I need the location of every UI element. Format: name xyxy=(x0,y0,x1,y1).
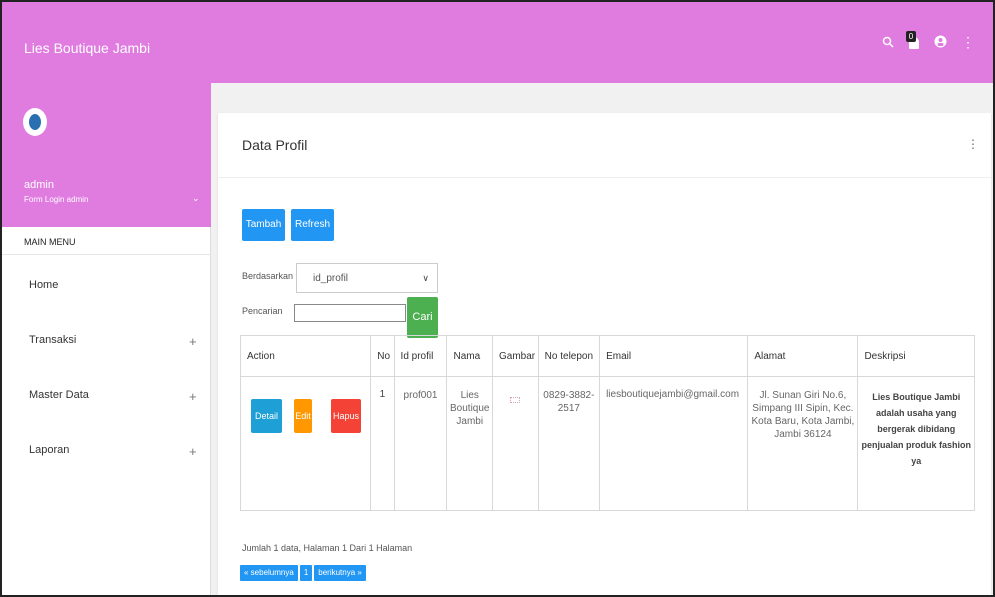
page-1-button[interactable]: 1 xyxy=(299,565,313,581)
user-info: admin Form Login admin ⌄ xyxy=(2,83,211,227)
sidebar-item-laporan[interactable]: Laporan + xyxy=(2,444,211,500)
sidebar-item-master-data[interactable]: Master Data + xyxy=(2,389,211,445)
sidebar-item-transaksi[interactable]: Transaksi + xyxy=(2,334,211,390)
sidebar: admin Form Login admin ⌄ MAIN MENU Home … xyxy=(2,83,211,595)
cell-no: 1 xyxy=(370,376,395,511)
next-page-button[interactable]: berikutnya » xyxy=(314,565,366,581)
sidebar-item-label: Transaksi xyxy=(29,334,77,346)
cell-id-profil: prof001 xyxy=(393,376,448,511)
search-label: Pencarian xyxy=(242,306,283,316)
divider xyxy=(2,254,211,255)
column-header: Action xyxy=(239,335,372,377)
more-vert-icon[interactable]: ⋮ xyxy=(967,137,979,151)
divider xyxy=(218,177,991,178)
chevron-down-icon: ∨ xyxy=(422,273,429,283)
filter-select[interactable]: id_profil ∨ xyxy=(296,263,438,293)
search-input[interactable] xyxy=(294,304,406,322)
expand-icon[interactable]: + xyxy=(189,334,197,349)
cell-alamat: Jl. Sunan Giri No.6, Simpang III Sipin, … xyxy=(747,376,859,511)
filter-select-value: id_profil xyxy=(313,273,349,284)
menu-header: MAIN MENU xyxy=(24,237,76,247)
add-button[interactable]: Tambah xyxy=(242,209,285,241)
cell-telepon: 0829-3882-2517 xyxy=(537,376,601,511)
top-navbar: Lies Boutique Jambi 0 ⋮ xyxy=(2,2,993,83)
sidebar-item-label: Laporan xyxy=(29,444,70,456)
expand-icon[interactable]: + xyxy=(189,389,197,404)
search-button[interactable]: Cari xyxy=(407,297,438,338)
data-profil-card: Data Profil ⋮ Tambah Refresh Berdasarkan… xyxy=(218,113,991,595)
profile-table: Action No Id profil Nama Gambar No telep… xyxy=(239,335,975,511)
sidebar-item-home[interactable]: Home xyxy=(2,279,211,335)
user-icon[interactable] xyxy=(934,35,947,51)
broken-image-icon xyxy=(510,397,521,403)
user-name: admin xyxy=(24,179,54,191)
column-header: Nama xyxy=(446,335,494,377)
detail-button[interactable]: Detail xyxy=(251,399,282,433)
cell-nama: Lies Boutique Jambi xyxy=(446,376,494,511)
pagination: « sebelumnya 1 berikutnya » xyxy=(240,565,366,581)
expand-icon[interactable]: + xyxy=(189,444,197,459)
top-icons: 0 ⋮ xyxy=(882,30,975,51)
refresh-button[interactable]: Refresh xyxy=(291,209,334,241)
cell-gambar xyxy=(492,376,539,511)
column-header: Deskripsi xyxy=(857,335,975,377)
cell-email: liesboutiquejambi@gmail.com xyxy=(599,376,749,511)
action-cell: Detail Edit Hapus xyxy=(239,376,372,511)
app-title[interactable]: Lies Boutique Jambi xyxy=(24,40,150,56)
notifications-icon[interactable]: 0 xyxy=(906,30,920,51)
sidebar-item-label: Master Data xyxy=(29,389,89,401)
edit-button[interactable]: Edit xyxy=(294,399,312,433)
delete-button[interactable]: Hapus xyxy=(331,399,361,433)
column-header: No xyxy=(370,335,395,377)
filter-by-label: Berdasarkan xyxy=(242,271,294,281)
column-header: Email xyxy=(599,335,749,377)
user-subtitle: Form Login admin xyxy=(24,195,89,204)
card-title: Data Profil xyxy=(242,137,308,153)
column-header: Gambar xyxy=(492,335,539,377)
sidebar-item-label: Home xyxy=(29,279,59,291)
cell-deskripsi: Lies Boutique Jambi adalah usaha yang be… xyxy=(857,376,975,511)
column-header: No telepon xyxy=(537,335,601,377)
search-icon[interactable] xyxy=(882,35,894,51)
column-header: Id profil xyxy=(393,335,448,377)
notification-badge: 0 xyxy=(906,30,916,42)
pagination-info: Jumlah 1 data, Halaman 1 Dari 1 Halaman xyxy=(242,543,413,553)
app-window: Lies Boutique Jambi 0 ⋮ admin Form Login… xyxy=(0,0,995,597)
chevron-down-icon[interactable]: ⌄ xyxy=(192,193,200,204)
table-row: Detail Edit Hapus 1 prof001 Lies Boutiqu… xyxy=(239,376,975,511)
prev-page-button[interactable]: « sebelumnya xyxy=(240,565,298,581)
table-header-row: Action No Id profil Nama Gambar No telep… xyxy=(239,335,975,377)
more-vert-icon[interactable]: ⋮ xyxy=(961,34,975,51)
column-header: Alamat xyxy=(747,335,859,377)
avatar xyxy=(23,108,47,136)
